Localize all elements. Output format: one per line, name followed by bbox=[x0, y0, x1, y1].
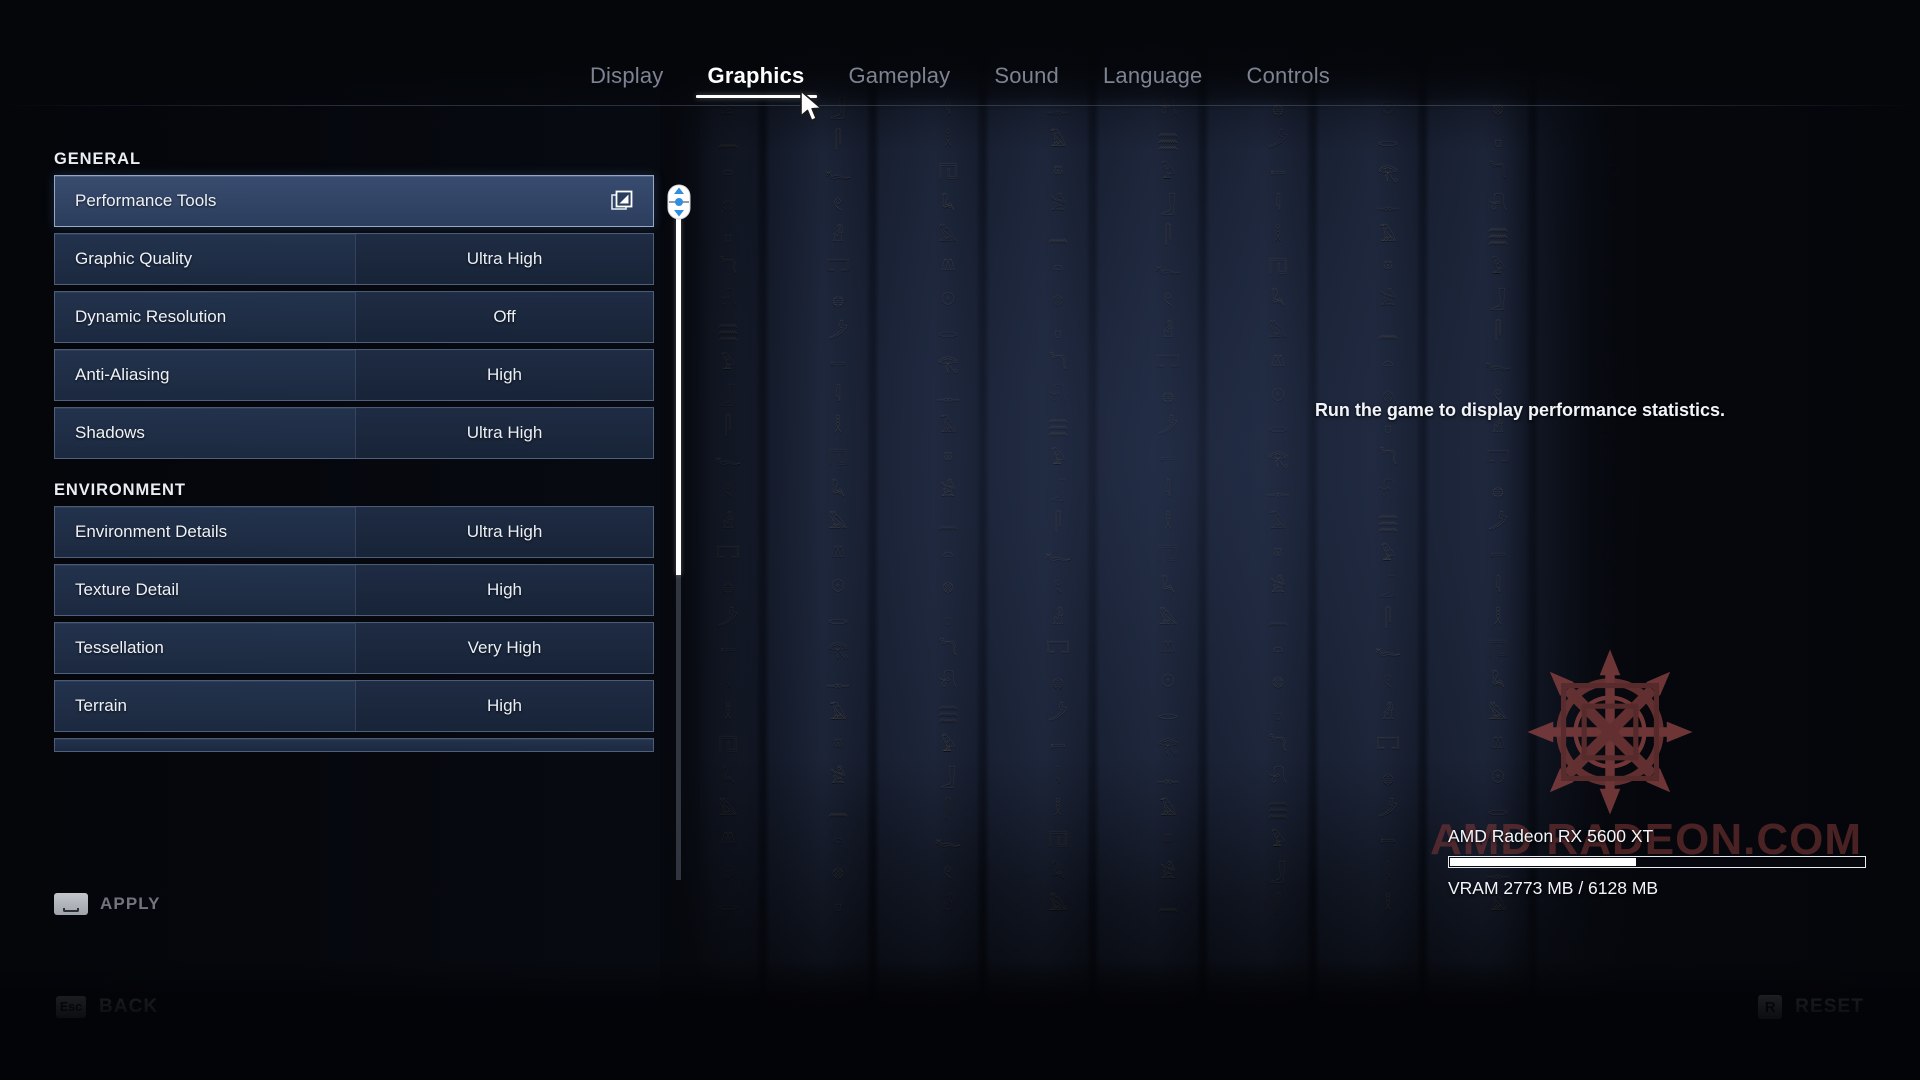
setting-value-cell[interactable]: High bbox=[355, 565, 653, 615]
bottom-action-bar bbox=[0, 960, 1920, 1080]
setting-value-cell[interactable]: Ultra High bbox=[355, 507, 653, 557]
setting-label: Texture Detail bbox=[75, 580, 179, 599]
setting-value: Ultra High bbox=[466, 249, 543, 268]
vram-progress-bar bbox=[1448, 856, 1866, 868]
scrollbar-thumb[interactable] bbox=[676, 218, 681, 575]
right-fade-overlay bbox=[1500, 0, 1920, 1080]
setting-row[interactable]: Texture Detail High bbox=[54, 564, 654, 616]
setting-row[interactable]: Dynamic Resolution Off bbox=[54, 291, 654, 343]
tab-display[interactable]: Display bbox=[586, 63, 668, 98]
setting-value: Ultra High bbox=[466, 522, 543, 541]
setting-row[interactable]: Environment Details Ultra High bbox=[54, 506, 654, 558]
setting-value-cell[interactable]: Ultra High bbox=[355, 408, 653, 458]
tab-gameplay[interactable]: Gameplay bbox=[845, 63, 955, 98]
setting-value-cell[interactable]: High bbox=[355, 681, 653, 731]
settings-panel: GENERAL Performance Tools Graphic Quality U… bbox=[54, 150, 654, 890]
setting-label: Environment Details bbox=[75, 522, 228, 541]
open-window-icon[interactable] bbox=[611, 190, 633, 212]
setting-row[interactable]: Performance Tools bbox=[54, 175, 654, 227]
setting-value: Very High bbox=[467, 638, 542, 657]
tab-sound[interactable]: Sound bbox=[990, 63, 1063, 98]
apply-label: APPLY bbox=[100, 894, 161, 913]
gpu-info-block: AMD Radeon RX 5600 XT VRAM 2773 MB / 612… bbox=[1448, 826, 1868, 899]
setting-label: Shadows bbox=[75, 423, 145, 442]
tab-language[interactable]: Language bbox=[1099, 63, 1206, 98]
setting-value-cell[interactable] bbox=[355, 176, 653, 226]
setting-row[interactable]: Terrain High bbox=[54, 680, 654, 732]
setting-label: Anti-Aliasing bbox=[75, 365, 170, 384]
setting-value: High bbox=[487, 580, 522, 599]
scrollbar[interactable] bbox=[676, 218, 681, 880]
vram-progress-fill bbox=[1450, 858, 1637, 866]
setting-value: Off bbox=[493, 307, 516, 326]
setting-value-cell[interactable]: Very High bbox=[355, 623, 653, 673]
setting-row[interactable]: Anti-Aliasing High bbox=[54, 349, 654, 401]
top-navigation-bar: Display Graphics Gameplay Sound Language Cont… bbox=[0, 0, 1920, 110]
section-header-environment: ENVIRONMENT bbox=[54, 481, 186, 499]
setting-value-cell[interactable]: Off bbox=[355, 292, 653, 342]
setting-value-cell[interactable]: Ultra High bbox=[355, 234, 653, 284]
setting-label: Performance Tools bbox=[75, 191, 217, 210]
section-header-general: GENERAL bbox=[54, 150, 141, 168]
setting-label: Dynamic Resolution bbox=[75, 307, 227, 326]
setting-value: High bbox=[487, 696, 522, 715]
performance-message: Run the game to display performance stat… bbox=[1314, 400, 1726, 420]
setting-label: Tessellation bbox=[75, 638, 164, 657]
setting-value: Ultra High bbox=[466, 423, 543, 442]
vram-usage-text: VRAM 2773 MB / 6128 MB bbox=[1448, 878, 1659, 898]
gpu-name: AMD Radeon RX 5600 XT bbox=[1448, 826, 1654, 846]
setting-value-cell[interactable]: High bbox=[355, 350, 653, 400]
ornamental-emblem-icon bbox=[1527, 649, 1693, 815]
scroll-wheel-hint-icon bbox=[667, 184, 691, 220]
setting-row-partial[interactable] bbox=[54, 738, 654, 752]
setting-row[interactable]: Shadows Ultra High bbox=[54, 407, 654, 459]
setting-row[interactable]: Tessellation Very High bbox=[54, 622, 654, 674]
nav-divider bbox=[0, 105, 1920, 106]
space-key-icon bbox=[54, 893, 88, 915]
tab-controls[interactable]: Controls bbox=[1242, 63, 1334, 98]
tab-graphics[interactable]: Graphics bbox=[695, 63, 817, 98]
setting-label: Terrain bbox=[75, 696, 127, 715]
apply-button[interactable]: APPLY bbox=[54, 893, 161, 915]
setting-row[interactable]: Graphic Quality Ultra High bbox=[54, 233, 654, 285]
setting-label: Graphic Quality bbox=[75, 249, 193, 268]
setting-value: High bbox=[487, 365, 522, 384]
settings-tabs: Display Graphics Gameplay Sound Language Cont… bbox=[0, 63, 1920, 98]
